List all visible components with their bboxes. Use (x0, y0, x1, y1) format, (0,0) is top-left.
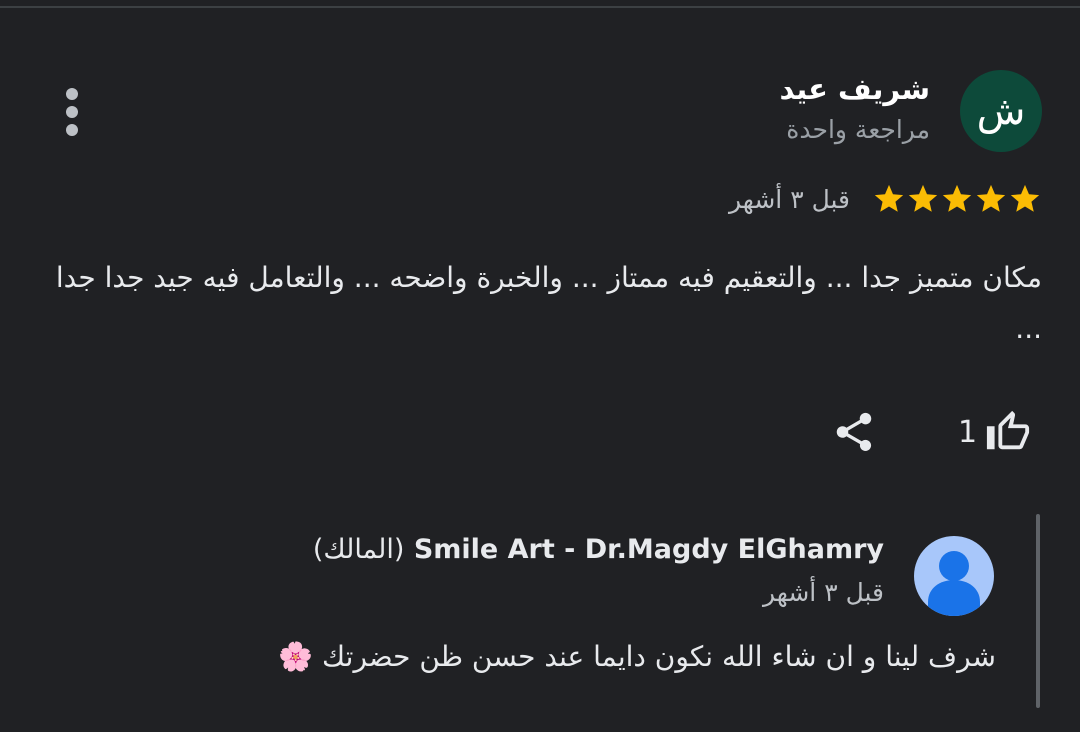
reviewer-avatar[interactable]: ش (960, 70, 1042, 152)
reply-text: شرف لينا و ان شاء الله نكون دايما عند حس… (322, 640, 996, 673)
review-text: مكان متميز جدا ... والتعقيم فيه ممتاز ..… (55, 261, 1042, 345)
person-icon (928, 551, 980, 616)
like-count: 1 (958, 414, 978, 450)
owner-name-line: Smile Art - Dr.Magdy ElGhamry (المالك) (313, 534, 884, 565)
reviewer-review-count: مراجعة واحدة (786, 115, 930, 144)
share-button[interactable] (828, 406, 880, 458)
reviewer-name[interactable]: شريف عيد (780, 72, 930, 106)
more-vert-icon (66, 88, 78, 100)
rating-row: قبل ٣ أشهر (729, 182, 1042, 216)
reply-indent-bar (1036, 514, 1040, 708)
star-icon (908, 184, 938, 212)
avatar-letter: ش (976, 88, 1026, 134)
owner-tag: (المالك) (312, 534, 405, 565)
star-icon (942, 184, 972, 212)
more-options-button[interactable] (56, 88, 88, 136)
star-rating (872, 182, 1042, 216)
flower-emoji: 🌸 (278, 640, 314, 673)
like-button[interactable]: 1 (958, 406, 1031, 458)
owner-name: Smile Art - Dr.Magdy ElGhamry (413, 534, 884, 565)
star-icon (874, 184, 904, 212)
reply-time: قبل ٣ أشهر (763, 578, 884, 607)
owner-avatar[interactable] (914, 536, 994, 616)
star-icon (976, 184, 1006, 212)
top-divider (0, 6, 1080, 8)
thumb-up-icon (987, 410, 1030, 450)
star-icon (1010, 184, 1040, 212)
share-icon (836, 412, 872, 452)
reply-text-line: شرف لينا و ان شاء الله نكون دايما عند حس… (278, 640, 996, 673)
review-time: قبل ٣ أشهر (729, 184, 850, 214)
